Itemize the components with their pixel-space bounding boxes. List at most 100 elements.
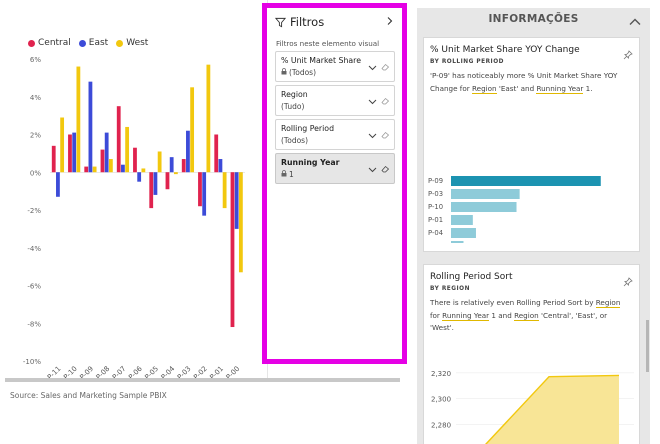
y-tick-label: 2% (30, 132, 41, 140)
bar-west-p-03 (190, 87, 195, 173)
bar-central-p-01 (214, 134, 219, 173)
filter-pane-title: Filtros (290, 15, 325, 29)
bar-central-p-09 (84, 166, 89, 173)
desc-text: 'East' and (496, 83, 537, 93)
horizontal-scrollbar[interactable] (5, 378, 400, 382)
chevron-down-icon[interactable] (368, 90, 377, 109)
collapse-icon[interactable] (628, 12, 642, 31)
insights-title: INFORMAÇÕES (488, 13, 579, 25)
chart-legend: Central East West (28, 38, 148, 48)
desc-field-link[interactable]: Running Year (536, 83, 584, 94)
area-fill (486, 375, 619, 444)
y-tick-label: 2,300 (431, 396, 451, 404)
legend-item-west[interactable]: West (116, 38, 148, 48)
bar-central-p-05 (149, 172, 154, 209)
bar-central-p-04 (165, 172, 170, 190)
bar-east-p-00 (234, 172, 239, 229)
insight-bar-p-03 (451, 189, 520, 199)
bar-east-p-11 (56, 172, 60, 197)
bar-west-p-10 (76, 66, 81, 173)
bar-west-p-05 (157, 151, 162, 173)
insight-area-chart[interactable]: 2,320 2,300 2,280 (424, 350, 639, 444)
insight-bar-p-01 (451, 215, 473, 225)
filter-card-unit-market-share[interactable]: % Unit Market Share YOY Change (Todos) (275, 51, 395, 82)
chevron-down-icon[interactable] (368, 124, 377, 143)
filter-card-actions (368, 124, 390, 143)
bar-central-p-11 (51, 145, 56, 173)
filter-card-value: (Tudo) (281, 102, 305, 111)
bar-central-p-00 (230, 172, 235, 328)
filter-card-name: Region (281, 90, 308, 99)
bar-category-label: P-07 (428, 242, 443, 243)
y-tick-label: 0% (30, 169, 41, 177)
insight-card-subtitle: BY ROLLING PERIOD (430, 59, 504, 65)
y-tick-label: -4% (27, 245, 41, 253)
filter-card-value: (Todos) (281, 136, 309, 145)
desc-text: 1. (583, 83, 593, 93)
bar-east-p-01 (218, 159, 223, 173)
legend-label-west: West (126, 38, 149, 48)
y-tick-label: -2% (27, 207, 41, 215)
bar-west-p-09 (92, 166, 97, 173)
filter-section-label: Filtros neste elemento visual (276, 39, 380, 48)
insights-pane: INFORMAÇÕES % Unit Market Share YOY Chan… (417, 8, 650, 444)
insight-card-subtitle: BY REGION (430, 286, 470, 292)
pin-icon[interactable] (623, 272, 633, 291)
bar-category-label: P-10 (428, 203, 443, 211)
bar-central-p-02 (198, 172, 202, 207)
legend-dot-central (28, 39, 35, 47)
y-tick-label: -10% (23, 358, 41, 366)
filter-card-name: Running Year (281, 158, 340, 167)
legend-item-central[interactable]: Central (28, 38, 71, 48)
bar-west-p-11 (60, 117, 65, 173)
eraser-icon[interactable] (381, 90, 390, 109)
lock-icon (281, 68, 287, 77)
chevron-down-icon[interactable] (368, 56, 377, 75)
bar-east-p-08 (104, 132, 109, 173)
bar-category-label: P-04 (428, 229, 443, 237)
legend-item-east[interactable]: East (78, 38, 108, 48)
y-tick-label: -8% (27, 320, 41, 328)
bar-east-p-04 (169, 157, 174, 173)
filter-card-region[interactable]: Region (Tudo) (275, 85, 395, 116)
bar-east-p-05 (153, 172, 158, 195)
filter-card-running-year[interactable]: Running Year 1 (275, 153, 395, 184)
bar-category-label: P-09 (428, 177, 443, 185)
desc-text: There is relatively even Rolling Period … (430, 298, 596, 307)
lock-icon (281, 170, 287, 179)
desc-field-link[interactable]: Region (595, 298, 621, 308)
filter-card-value: 1 (289, 170, 294, 179)
clustered-column-chart[interactable]: -10%-8%-6%-4%-2%0%2%4%6%P-11 P-10 P-09 P-08… (0, 50, 262, 380)
insight-card-description: There is relatively even Rolling Period … (430, 297, 630, 335)
legend-dot-east (78, 39, 86, 47)
eraser-icon[interactable] (381, 158, 390, 177)
bar-west-p-04 (173, 172, 178, 175)
filter-card-actions (368, 56, 390, 75)
bar-east-p-09 (88, 81, 93, 173)
eraser-icon[interactable] (381, 124, 390, 143)
filter-card-rolling-period[interactable]: Rolling Period (Todos) (275, 119, 395, 150)
chevron-right-icon[interactable] (385, 16, 394, 28)
insight-card-title: % Unit Market Share YOY Change (430, 45, 580, 55)
pin-icon[interactable] (623, 45, 633, 64)
bar-west-p-01 (222, 172, 227, 209)
desc-field-link[interactable]: Region (514, 310, 539, 321)
bar-category-label: P-03 (428, 190, 443, 198)
insight-bar-p-04 (451, 228, 476, 238)
bar-east-p-02 (202, 172, 207, 216)
y-tick-label: 4% (30, 94, 41, 102)
bar-central-p-07 (116, 106, 121, 173)
insight-bar-chart[interactable]: P-09P-03P-10P-01P-04P-070%5% (424, 133, 639, 243)
eraser-icon[interactable] (381, 56, 390, 75)
bar-category-label: P-01 (428, 216, 443, 224)
filter-funnel-icon (274, 13, 287, 32)
desc-field-link[interactable]: Running Year (442, 310, 490, 321)
filter-pane: Filtros Filtros neste elemento visual % … (262, 3, 407, 364)
vertical-scrollbar[interactable] (646, 320, 649, 372)
insight-card-unit-market-share[interactable]: % Unit Market Share YOY Change BY ROLLIN… (423, 37, 640, 252)
source-note: Source: Sales and Marketing Sample PBIX (10, 391, 167, 400)
chevron-down-icon[interactable] (368, 158, 377, 177)
insight-card-rolling-period-sort[interactable]: Rolling Period Sort BY REGION There is r… (423, 264, 640, 444)
bar-east-p-10 (72, 132, 77, 173)
desc-field-link[interactable]: Region (471, 83, 497, 94)
